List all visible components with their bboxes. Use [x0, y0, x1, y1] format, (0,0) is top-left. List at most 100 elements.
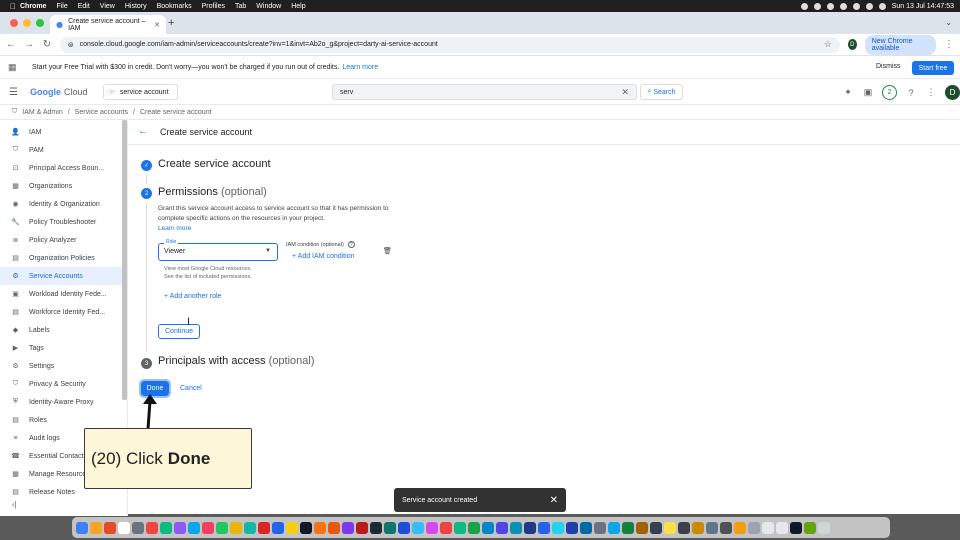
step3-title[interactable]: Principals with access (optional)	[158, 355, 315, 367]
dock-app-icon[interactable]	[818, 521, 830, 534]
project-selector[interactable]: ⁘ service account	[103, 84, 178, 100]
dock-app-icon[interactable]	[622, 521, 634, 534]
menu-bookmarks[interactable]: Bookmarks	[157, 3, 192, 10]
dock-app-icon[interactable]	[314, 521, 326, 534]
menu-edit[interactable]: Edit	[78, 3, 90, 10]
cloud-shell-icon[interactable]: ▣	[862, 87, 874, 99]
profile-avatar[interactable]: D	[847, 39, 857, 50]
control-center-icon[interactable]	[878, 2, 886, 10]
search-button[interactable]: ⌕ Search	[640, 84, 683, 100]
menu-help[interactable]: Help	[291, 3, 305, 10]
sidebar-item[interactable]: ▣ Workload Identity Fede...	[0, 285, 127, 303]
dock-app-icon[interactable]	[440, 521, 452, 534]
dock-app-icon[interactable]	[566, 521, 578, 534]
menu-window[interactable]: Window	[256, 3, 281, 10]
dock-app-icon[interactable]	[244, 521, 256, 534]
close-toast-icon[interactable]: ✕	[550, 495, 558, 506]
dock-app-icon[interactable]	[412, 521, 424, 534]
dock-app-icon[interactable]	[398, 521, 410, 534]
dock-app-icon[interactable]	[76, 521, 88, 534]
dock-app-icon[interactable]	[804, 521, 816, 534]
site-info-icon[interactable]: ⊜	[68, 41, 74, 49]
dock-app-icon[interactable]	[524, 521, 536, 534]
dock-app-icon[interactable]	[384, 521, 396, 534]
battery-icon[interactable]	[852, 2, 860, 10]
dock-app-icon[interactable]	[146, 521, 158, 534]
step1-title[interactable]: Create service account	[158, 158, 271, 170]
dock-app-icon[interactable]	[90, 521, 102, 534]
new-chrome-available-button[interactable]: New Chrome available	[864, 34, 937, 55]
dock-app-icon[interactable]	[762, 521, 774, 534]
sidebar-item[interactable]: ≣ Policy Analyzer	[0, 231, 127, 249]
sidebar-item[interactable]: ▤ Organization Policies	[0, 249, 127, 267]
dock-app-icon[interactable]	[188, 521, 200, 534]
sidebar-item[interactable]: ◆ Labels	[0, 321, 127, 339]
dock-app-icon[interactable]	[748, 521, 760, 534]
dock-app-icon[interactable]	[720, 521, 732, 534]
dock-app-icon[interactable]	[132, 521, 144, 534]
url-bar[interactable]: ⊜ console.cloud.google.com/iam-admin/ser…	[59, 36, 840, 53]
dismiss-button[interactable]: Dismiss	[876, 63, 901, 70]
sidebar-scrollbar[interactable]	[122, 120, 127, 400]
wifi-icon[interactable]	[839, 2, 847, 10]
clear-search-icon[interactable]: ✕	[621, 87, 629, 98]
hamburger-menu-icon[interactable]: ☰	[9, 87, 18, 98]
dock-app-icon[interactable]	[636, 521, 648, 534]
dock-app-icon[interactable]	[174, 521, 186, 534]
dock-app-icon[interactable]	[678, 521, 690, 534]
menu-history[interactable]: History	[125, 3, 147, 10]
search-input[interactable]: serv ✕	[332, 84, 637, 100]
dock-app-icon[interactable]	[328, 521, 340, 534]
dock-app-icon[interactable]	[510, 521, 522, 534]
dock-app-icon[interactable]	[650, 521, 662, 534]
dock-app-icon[interactable]	[706, 521, 718, 534]
dock-app-icon[interactable]	[608, 521, 620, 534]
bookmark-star-icon[interactable]: ☆	[824, 39, 832, 50]
dock-app-icon[interactable]	[160, 521, 172, 534]
dock-app-icon[interactable]	[664, 521, 676, 534]
dock-app-icon[interactable]	[118, 521, 130, 534]
dock-app-icon[interactable]	[104, 521, 116, 534]
dock-app-icon[interactable]	[286, 521, 298, 534]
menu-file[interactable]: File	[56, 3, 67, 10]
dock-app-icon[interactable]	[776, 521, 788, 534]
dock-app-icon[interactable]	[258, 521, 270, 534]
sidebar-item[interactable]: ▦ Organizations	[0, 177, 127, 195]
sidebar-item[interactable]: ⛉ Privacy & Security	[0, 375, 127, 393]
continue-button[interactable]: Continue	[158, 324, 200, 339]
back-icon[interactable]: ←	[6, 39, 16, 50]
dock-app-icon[interactable]	[370, 521, 382, 534]
close-window-icon[interactable]	[10, 19, 18, 27]
status-icon[interactable]	[813, 2, 821, 10]
notifications-badge[interactable]: 2	[882, 85, 897, 100]
browser-tab[interactable]: Create service account – IAM ✕	[50, 15, 166, 34]
maximize-window-icon[interactable]	[36, 19, 44, 27]
add-iam-condition-button[interactable]: + Add IAM condition	[292, 253, 354, 260]
dock-app-icon[interactable]	[202, 521, 214, 534]
step2-learn-more-link[interactable]: Learn more	[158, 225, 191, 232]
dock-app-icon[interactable]	[496, 521, 508, 534]
sidebar-item[interactable]: ⚙ Service Accounts	[0, 267, 127, 285]
menu-profiles[interactable]: Profiles	[202, 3, 225, 10]
dock-app-icon[interactable]	[482, 521, 494, 534]
tab-search-icon[interactable]: ⌄	[945, 18, 952, 27]
dock-app-icon[interactable]	[356, 521, 368, 534]
sidebar-item[interactable]: ◉ Identity & Organization	[0, 195, 127, 213]
sidebar-item[interactable]: ▤ Workforce Identity Fed...	[0, 303, 127, 321]
dock-app-icon[interactable]	[692, 521, 704, 534]
dock-app-icon[interactable]	[216, 521, 228, 534]
sidebar-item[interactable]: ⚙ Settings	[0, 357, 127, 375]
cancel-button[interactable]: Cancel	[180, 385, 202, 392]
minimize-window-icon[interactable]	[23, 19, 31, 27]
sidebar-item[interactable]: 🔧 Policy Troubleshooter	[0, 213, 127, 231]
delete-role-icon[interactable]: 🗑	[383, 247, 392, 255]
google-cloud-logo[interactable]: Google Cloud	[30, 87, 88, 97]
sidebar-item[interactable]: ⛉ PAM	[0, 141, 127, 159]
menu-tab[interactable]: Tab	[235, 3, 246, 10]
help-circle-icon[interactable]: ?	[347, 241, 355, 248]
dock-app-icon[interactable]	[272, 521, 284, 534]
start-free-button[interactable]: Start free	[912, 61, 954, 75]
gemini-sparkle-icon[interactable]: ✦	[842, 87, 854, 99]
collapse-sidebar-icon[interactable]: ‹|	[12, 500, 17, 509]
role-select[interactable]: Role Viewer ▼	[158, 239, 278, 261]
